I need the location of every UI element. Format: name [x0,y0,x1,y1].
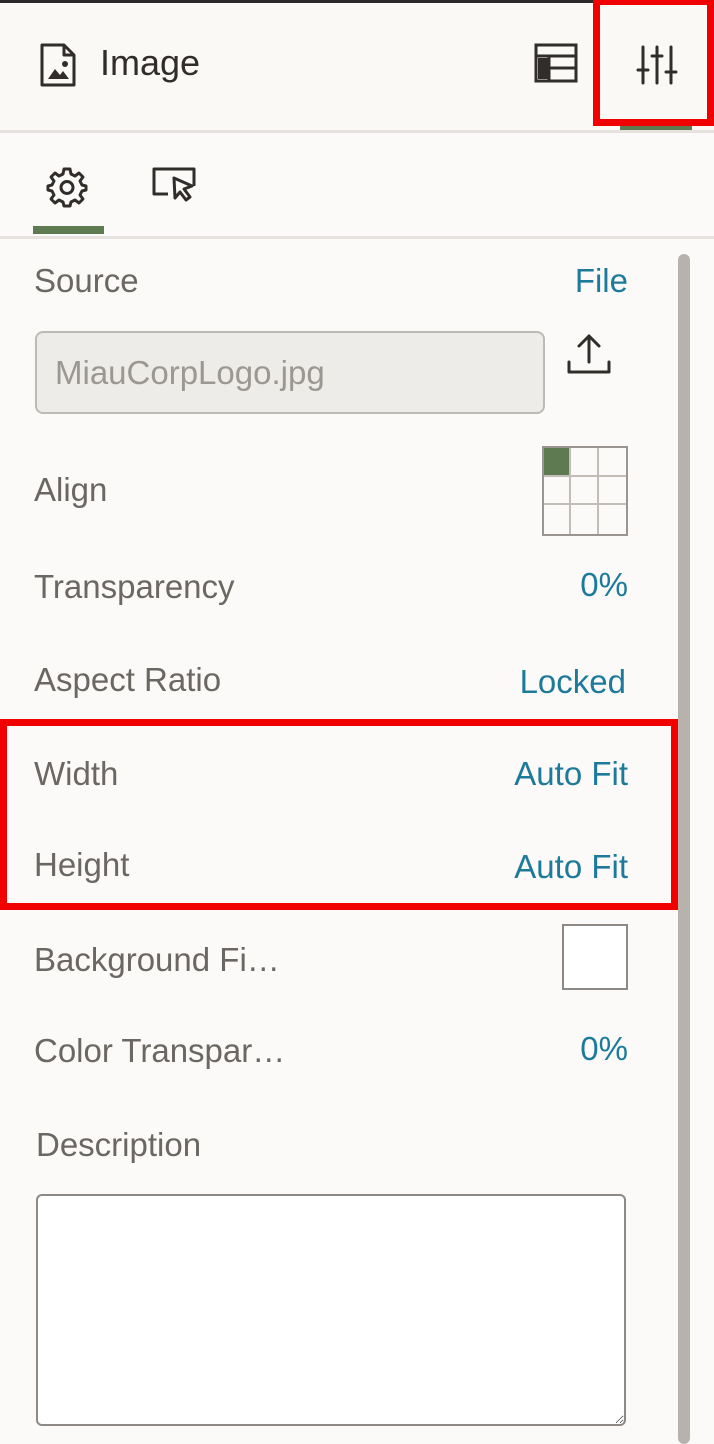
align-cell-middle-left[interactable] [544,476,572,506]
align-cell-top-left[interactable] [544,448,572,477]
align-cell-top-right[interactable] [598,448,626,477]
source-value[interactable]: File [575,262,628,300]
file-name-field: MiauCorpLogo.jpg [35,331,545,414]
transparency-value[interactable]: 0% [580,566,628,604]
gear-icon[interactable] [46,166,88,208]
align-cell-center[interactable] [571,476,599,506]
aspect-ratio-label: Aspect Ratio [34,661,222,698]
panel-title: Image [100,42,201,83]
align-grid[interactable] [542,446,628,536]
source-label: Source [34,262,139,299]
align-cell-middle-right[interactable] [598,477,626,506]
layout-panel-icon[interactable] [533,42,579,84]
cursor-action-icon[interactable] [150,164,200,206]
tab-general-active-indicator [33,226,104,234]
align-cell-bottom-center[interactable] [571,505,599,534]
scrollbar[interactable] [678,254,690,1444]
aspect-ratio-value[interactable]: Locked [520,663,626,701]
align-label: Align [34,471,108,508]
transparency-label: Transparency [34,568,235,605]
tab-bar [0,133,714,239]
image-file-icon [40,43,76,87]
highlight-box-properties [593,0,714,126]
color-transparency-value[interactable]: 0% [580,1030,628,1068]
color-transparency-label: Color Transpar… [34,1032,286,1069]
align-cell-bottom-left[interactable] [544,505,572,534]
align-cell-top-center[interactable] [571,448,599,477]
top-border [0,0,600,3]
background-fill-label: Background Fi… [34,941,280,978]
description-label: Description [36,1126,202,1163]
background-fill-swatch[interactable] [562,924,628,990]
upload-icon[interactable] [566,332,612,378]
description-textarea[interactable] [36,1194,626,1426]
highlight-box-width-height [0,719,678,910]
align-cell-bottom-right[interactable] [599,505,626,534]
